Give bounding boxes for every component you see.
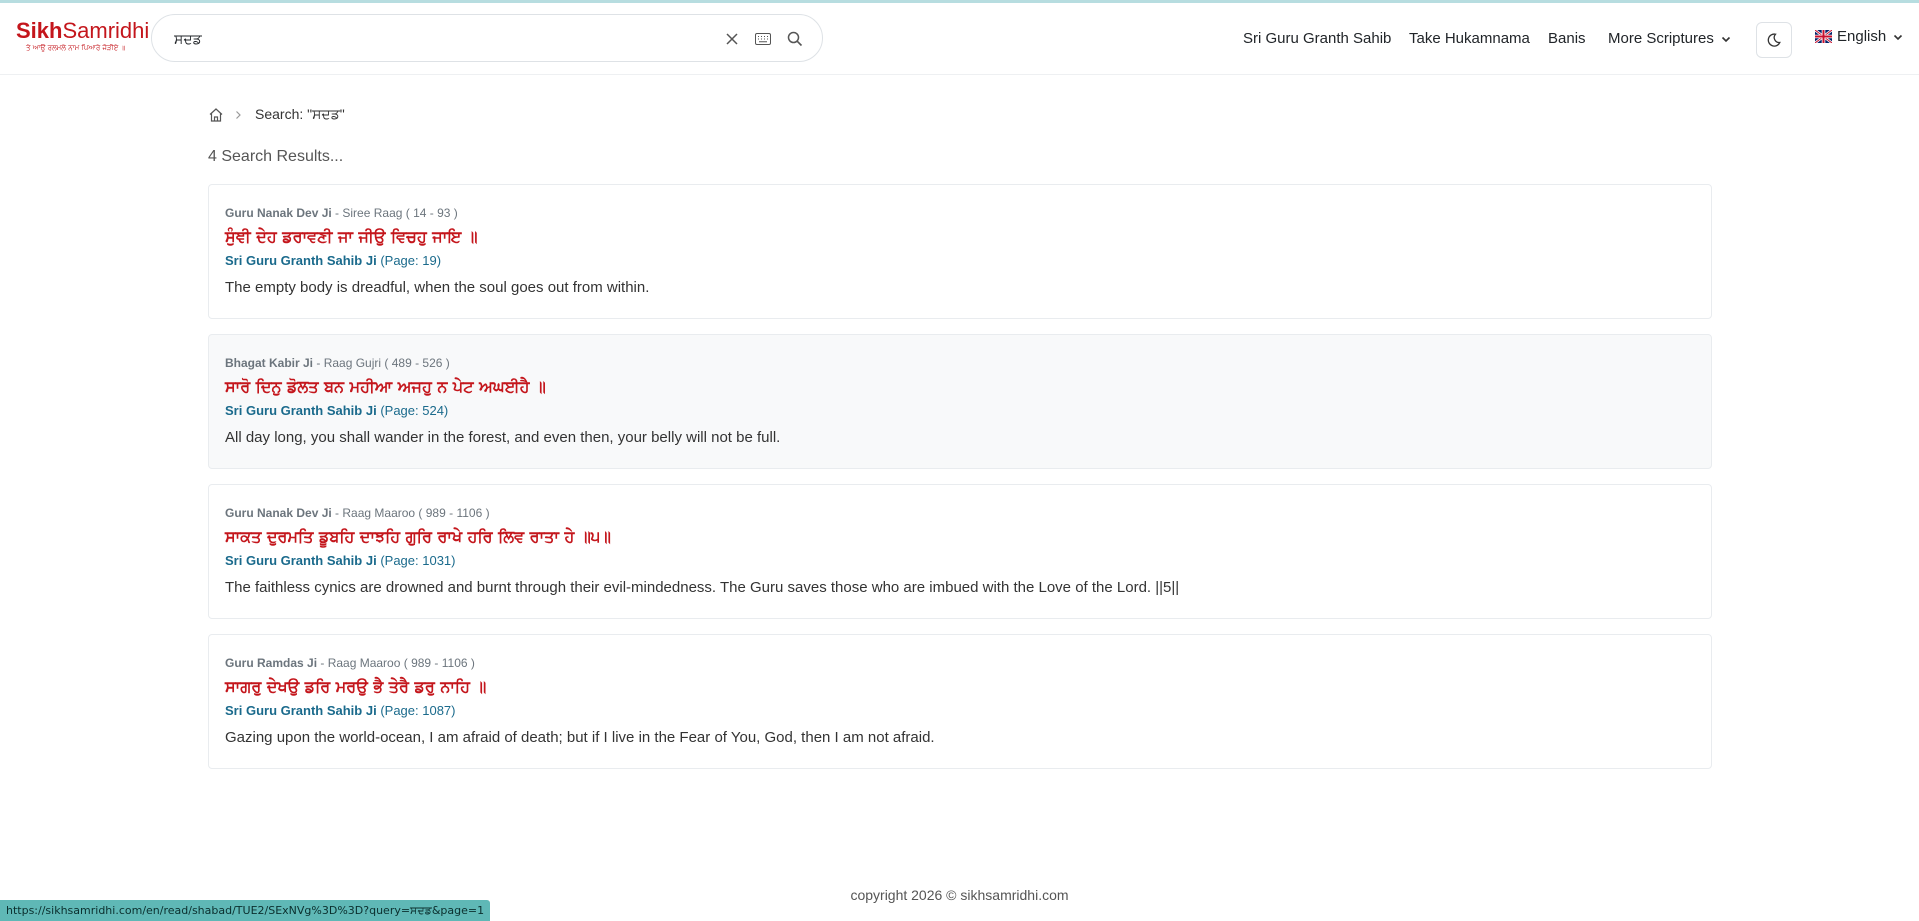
nav-more-scriptures[interactable]: More Scriptures: [1608, 30, 1731, 47]
result-author: Guru Nanak Dev Ji: [225, 506, 332, 520]
search-input[interactable]: [172, 28, 696, 52]
result-translation: The faithless cynics are drowned and bur…: [225, 579, 1180, 596]
chevron-right-icon: [236, 110, 241, 119]
logo-tagline: ਤੇ ਆਉ ਰਲਮਲੇ ਨਾਮ ਪਿਆਰੇ ਜੋੜੀਏ ॥: [26, 44, 126, 52]
result-raag: - Raag Maaroo ( 989 - 1106 ): [317, 656, 475, 670]
keyboard-icon[interactable]: [753, 29, 773, 49]
result-source-name: Sri Guru Granth Sahib Ji: [225, 403, 377, 418]
language-selector[interactable]: English: [1815, 28, 1903, 45]
result-source: Sri Guru Granth Sahib Ji (Page: 1031): [225, 552, 1695, 570]
logo-part-samridhi: Samridhi: [62, 18, 150, 43]
result-raag: - Raag Maaroo ( 989 - 1106 ): [331, 506, 490, 520]
theme-toggle-button[interactable]: [1756, 22, 1792, 58]
browser-status-url: https://sikhsamridhi.com/en/read/shabad/…: [0, 900, 491, 921]
result-translation: The empty body is dreadful, when the sou…: [225, 279, 650, 296]
result-translation: Gazing upon the world-ocean, I am afraid…: [225, 729, 935, 746]
result-meta: Guru Ramdas Ji - Raag Maaroo ( 989 - 110…: [225, 655, 1695, 671]
result-translation: All day long, you shall wander in the fo…: [225, 429, 781, 446]
result-card[interactable]: Guru Nanak Dev Ji - Siree Raag ( 14 - 93…: [208, 184, 1712, 319]
result-page: (Page: 19): [376, 253, 442, 268]
results-count: 4 Search Results...: [208, 148, 344, 165]
result-card[interactable]: Bhagat Kabir Ji - Raag Gujri ( 489 - 526…: [208, 334, 1712, 469]
result-page: (Page: 1087): [376, 703, 456, 718]
logo-wordmark: SikhSamridhi: [16, 19, 149, 43]
result-gurbani: ਸੁੰਞੀ ਦੇਹ ਡਰਾਵਣੀ ਜਾ ਜੀਉ ਵਿਚਹੁ ਜਾਇ ॥: [225, 227, 478, 246]
breadcrumb: Search: "ਸਦਡ": [208, 106, 345, 123]
site-logo[interactable]: SikhSamridhi ਤੇ ਆਉ ਰਲਮਲੇ ਨਾਮ ਪਿਆਰੇ ਜੋੜੀਏ…: [16, 19, 149, 53]
chevron-down-icon: [1721, 36, 1730, 42]
result-source-name: Sri Guru Granth Sahib Ji: [225, 253, 377, 268]
result-meta: Guru Nanak Dev Ji - Raag Maaroo ( 989 - …: [225, 505, 1695, 521]
result-meta: Bhagat Kabir Ji - Raag Gujri ( 489 - 526…: [225, 355, 1695, 371]
logo-part-sikh: Sikh: [16, 18, 63, 43]
result-author: Guru Nanak Dev Ji: [225, 206, 332, 220]
uk-flag-icon: [1815, 30, 1832, 43]
result-raag: - Siree Raag ( 14 - 93 ): [331, 206, 458, 220]
nav-sri-guru-granth-sahib[interactable]: Sri Guru Granth Sahib: [1243, 30, 1391, 47]
result-source-name: Sri Guru Granth Sahib Ji: [225, 703, 377, 718]
result-gurbani: ਸਾਕਤ ਦੁਰਮਤਿ ਡੂਬਹਿ ਦਾਝਹਿ ਗੁਰਿ ਰਾਖੇ ਹਰਿ ਲਿ…: [225, 527, 611, 546]
result-source: Sri Guru Granth Sahib Ji (Page: 19): [225, 252, 1695, 270]
result-meta: Guru Nanak Dev Ji - Siree Raag ( 14 - 93…: [225, 205, 1695, 221]
result-page: (Page: 1031): [376, 553, 456, 568]
chevron-down-icon: [1894, 34, 1903, 40]
result-raag: - Raag Gujri ( 489 - 526 ): [313, 356, 450, 370]
result-source-name: Sri Guru Granth Sahib Ji: [225, 553, 377, 568]
breadcrumb-current: Search: "ਸਦਡ": [255, 106, 345, 122]
result-gurbani: ਸਾਰੋ ਦਿਨੁ ਡੋਲਤ ਬਨ ਮਹੀਆ ਅਜਹੁ ਨ ਪੇਟ ਅਘਈਹੈ …: [225, 377, 546, 396]
nav-take-hukamnama[interactable]: Take Hukamnama: [1409, 30, 1530, 47]
search-icon[interactable]: [785, 29, 805, 49]
result-source: Sri Guru Granth Sahib Ji (Page: 524): [225, 402, 1695, 420]
result-card[interactable]: Guru Ramdas Ji - Raag Maaroo ( 989 - 110…: [208, 634, 1712, 769]
nav-more-scriptures-label: More Scriptures: [1608, 30, 1714, 47]
result-gurbani: ਸਾਗਰੁ ਦੇਖਉ ਡਰਿ ਮਰਉ ਭੈ ਤੇਰੈ ਡਰੁ ਨਾਹਿ ॥: [225, 677, 487, 696]
search-box: [151, 14, 823, 62]
result-author: Guru Ramdas Ji: [225, 656, 318, 670]
result-author: Bhagat Kabir Ji: [225, 356, 314, 370]
moon-icon: [1767, 33, 1781, 47]
clear-icon[interactable]: [722, 29, 742, 49]
result-page: (Page: 524): [376, 403, 449, 418]
language-label: English: [1837, 28, 1887, 45]
home-icon[interactable]: [208, 107, 224, 123]
site-header: SikhSamridhi ਤੇ ਆਉ ਰਲਮਲੇ ਨਾਮ ਪਿਆਰੇ ਜੋੜੀਏ…: [0, 3, 1919, 75]
result-source: Sri Guru Granth Sahib Ji (Page: 1087): [225, 702, 1695, 720]
nav-banis[interactable]: Banis: [1548, 30, 1586, 47]
result-card[interactable]: Guru Nanak Dev Ji - Raag Maaroo ( 989 - …: [208, 484, 1712, 619]
